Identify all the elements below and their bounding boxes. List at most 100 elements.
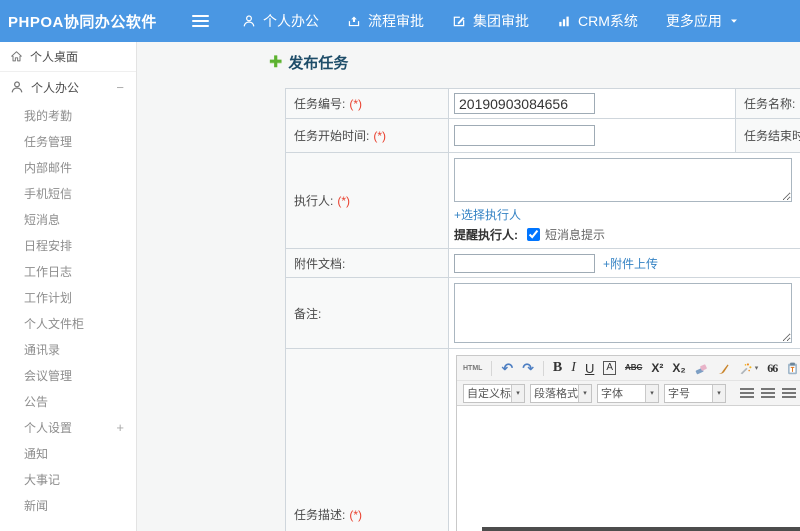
editor-dropdown[interactable]: 自定义标题 ▾	[463, 383, 525, 403]
sidebar-item[interactable]: 通讯录	[0, 336, 136, 362]
table-row: 任务编号:(*) 任务名称:(*)	[285, 88, 800, 119]
sidebar-item[interactable]: 大事记	[0, 466, 136, 492]
eraser-icon[interactable]	[695, 362, 708, 375]
sidebar-item[interactable]: 通知	[0, 440, 136, 466]
choose-executor-link[interactable]: +选择执行人	[454, 208, 521, 222]
editor-dropdown[interactable]: 段落格式 ▾	[530, 383, 592, 403]
editor-content-area[interactable]	[457, 406, 800, 531]
caret-down-icon	[729, 16, 739, 26]
editor-dropdown[interactable]: 字体 ▾	[597, 383, 659, 403]
bold-button[interactable]: B	[553, 361, 562, 375]
nav-item-label: 流程审批	[368, 13, 424, 29]
task-no-input[interactable]	[454, 93, 595, 114]
expand-toggle-icon[interactable]: +	[116, 421, 124, 434]
italic-button[interactable]: I	[571, 361, 576, 375]
table-row: 备注:	[285, 277, 800, 349]
sidebar-item[interactable]: 工作日志	[0, 258, 136, 284]
align-right-icon[interactable]	[782, 387, 796, 399]
sidebar-item[interactable]: 个人办公 −	[0, 72, 136, 102]
align-center-icon[interactable]	[761, 387, 775, 399]
nav-item[interactable]: 个人办公	[236, 0, 325, 42]
hamburger-menu-icon[interactable]	[192, 13, 210, 29]
nav-item[interactable]: 流程审批	[341, 0, 430, 42]
sidebar-item[interactable]: 工作计划	[0, 284, 136, 310]
nav-item[interactable]: 更多应用	[660, 0, 745, 42]
editor-toolbar-row1: HTML ↶ ↷ B I U A ABC X² X₂ ▾ 66	[457, 356, 800, 381]
sidebar-item-label: 我的考勤	[24, 108, 73, 123]
sidebar-item[interactable]: 会议管理	[0, 362, 136, 388]
html-source-button[interactable]: HTML	[463, 365, 482, 372]
magic-wand-icon[interactable]: ▾	[739, 362, 759, 375]
sidebar-item-label: 任务管理	[24, 134, 73, 149]
sidebar-item-label: 手机短信	[24, 186, 73, 201]
executor-textarea[interactable]	[454, 158, 792, 202]
app-window: PHPOA协同办公软件 个人办公 流程审批 集团审批 CRM系统 更多应用 个人…	[0, 0, 800, 531]
superscript-button[interactable]: X²	[651, 362, 663, 374]
subscript-button[interactable]: X₂	[672, 362, 685, 374]
dropdown-selected-value: 字体	[601, 388, 623, 400]
nav-item[interactable]: 集团审批	[446, 0, 535, 42]
sidebar-item[interactable]: 短消息	[0, 206, 136, 232]
sidebar-item-label: 工作日志	[24, 264, 73, 279]
caret-down-icon: ▾	[754, 364, 759, 372]
undo-icon[interactable]: ↶	[501, 361, 513, 375]
sidebar-item[interactable]: 新闻	[0, 492, 136, 518]
nav-item-label: CRM系统	[578, 13, 638, 29]
editor-dropdown[interactable]: 字号 ▾	[664, 383, 726, 403]
underline-button[interactable]: U	[585, 362, 594, 375]
sidebar-item[interactable]: 个人文件柜	[0, 310, 136, 336]
task-name-label: 任务名称:	[744, 97, 796, 111]
sms-remind-checkbox[interactable]	[527, 228, 540, 241]
brush-icon[interactable]	[717, 362, 730, 375]
sidebar-item-label: 内部邮件	[24, 160, 73, 175]
sidebar-item[interactable]: 个人设置 +	[0, 414, 136, 440]
sidebar-item[interactable]: 手机短信	[0, 180, 136, 206]
nav-item-label: 集团审批	[473, 13, 529, 29]
font-background-button[interactable]: A	[603, 361, 616, 375]
attachment-upload-link[interactable]: +附件上传	[603, 255, 658, 272]
align-left-icon[interactable]	[740, 387, 754, 399]
start-time-input[interactable]	[454, 125, 595, 146]
sidebar-item[interactable]: 公告	[0, 388, 136, 414]
flow-icon	[347, 14, 361, 28]
sidebar-item[interactable]: 任务管理	[0, 128, 136, 154]
sidebar-item-label: 通讯录	[24, 342, 61, 357]
sidebar-item-label: 个人办公	[31, 80, 80, 95]
paste-text-icon[interactable]	[786, 362, 799, 375]
remark-label: 备注:	[294, 306, 322, 321]
caret-down-icon[interactable]: ▾	[578, 384, 591, 402]
strikethrough-button[interactable]: ABC	[625, 364, 642, 372]
sidebar-item[interactable]: 内部邮件	[0, 154, 136, 180]
sidebar-item[interactable]: 个人桌面	[0, 42, 136, 72]
page-title: 发布任务	[288, 55, 349, 72]
caret-down-icon[interactable]: ▾	[511, 384, 524, 402]
app-logo: PHPOA协同办公软件	[8, 13, 157, 31]
expand-toggle-icon[interactable]: −	[116, 81, 124, 94]
end-time-label-cell: 任务结束时间:(*)	[735, 118, 800, 153]
caret-down-icon[interactable]: ▾	[712, 384, 725, 402]
attachment-label-cell: 附件文档:	[285, 248, 449, 278]
sidebar-item-label: 大事记	[24, 472, 61, 487]
remark-textarea[interactable]	[454, 283, 792, 343]
caret-down-icon[interactable]: ▾	[645, 384, 658, 402]
attachment-input[interactable]	[454, 253, 595, 273]
task-no-field-cell	[448, 88, 736, 119]
sidebar-item[interactable]: 日程安排	[0, 232, 136, 258]
dropdown-selected-value: 段落格式	[534, 388, 578, 400]
sidebar-item-label: 公告	[24, 394, 49, 409]
required-mark: (*)	[349, 97, 363, 111]
editor-toolbar-row2: 自定义标题 ▾ 段落格式 ▾ 字体 ▾ 字号	[457, 381, 800, 406]
blockquote-button[interactable]: 66	[767, 362, 778, 374]
sms-remind-option-label: 短消息提示	[545, 228, 606, 242]
sidebar-item[interactable]: 我的考勤	[0, 102, 136, 128]
main-content: ✚ 发布任务 任务编号:(*) 任务名称:(*) 任务开始时间:(*)	[138, 42, 800, 531]
add-plus-icon: ✚	[269, 53, 283, 71]
redo-icon[interactable]: ↷	[522, 361, 534, 375]
attachment-label: 附件文档:	[294, 256, 346, 271]
dropdown-selected-value: 自定义标题	[467, 388, 511, 400]
nav-item[interactable]: CRM系统	[551, 0, 644, 42]
attachment-field-cell: +附件上传	[448, 248, 800, 278]
start-time-field-cell	[448, 118, 736, 153]
description-label-cell: 任务描述: (*)	[285, 348, 449, 531]
nav-item-label: 更多应用	[665, 13, 722, 29]
